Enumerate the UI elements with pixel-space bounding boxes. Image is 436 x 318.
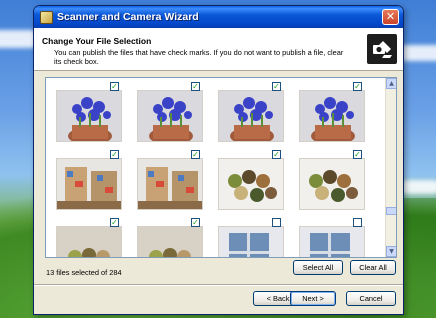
cancel-button[interactable]: Cancel: [346, 291, 396, 306]
photo-thumbnail[interactable]: [137, 90, 203, 142]
file-thumbnail-list[interactable]: ✓ ✓ ✓ ✓ ✓ ✓ ✓ ✓ ✓ ✓ ▲ ▼: [45, 77, 397, 258]
clear-all-button[interactable]: Clear All: [350, 260, 396, 275]
photo-image: [138, 227, 202, 257]
close-button[interactable]: ✕: [382, 9, 399, 25]
window-title: Scanner and Camera Wizard: [57, 11, 199, 23]
publish-checkbox[interactable]: ✓: [353, 82, 362, 91]
photo-image: [300, 227, 364, 257]
scanner-camera-wizard-icon: [367, 34, 397, 64]
publish-checkbox[interactable]: ✓: [191, 218, 200, 227]
wizard-header: Change Your File Selection You can publi…: [34, 28, 403, 71]
photo-thumbnail[interactable]: [56, 90, 122, 142]
photo-thumbnail[interactable]: [299, 226, 365, 257]
photo-image: [300, 91, 364, 141]
photo-image: [138, 159, 202, 209]
wizard-window: Scanner and Camera Wizard ✕ Change Your …: [33, 5, 404, 315]
publish-checkbox[interactable]: ✓: [353, 150, 362, 159]
publish-checkbox[interactable]: [353, 218, 362, 227]
publish-checkbox[interactable]: ✓: [191, 150, 200, 159]
photo-thumbnail[interactable]: [56, 158, 122, 210]
vertical-scrollbar[interactable]: ▲ ▼: [385, 78, 396, 257]
footer-divider: [34, 284, 403, 286]
select-all-button[interactable]: Select All: [293, 260, 343, 275]
photo-image: [57, 227, 121, 257]
publish-checkbox[interactable]: ✓: [272, 150, 281, 159]
title-bar[interactable]: Scanner and Camera Wizard ✕: [34, 6, 403, 28]
photo-image: [219, 91, 283, 141]
page-description: You can publish the files that have chec…: [54, 48, 344, 66]
publish-checkbox[interactable]: ✓: [110, 218, 119, 227]
wizard-app-icon: [40, 10, 53, 24]
photo-thumbnail[interactable]: [218, 226, 284, 257]
next-button[interactable]: Next >: [290, 291, 336, 306]
photo-thumbnail[interactable]: [299, 90, 365, 142]
publish-checkbox[interactable]: ✓: [110, 150, 119, 159]
photo-thumbnail[interactable]: [137, 158, 203, 210]
photo-thumbnail[interactable]: [218, 90, 284, 142]
desktop-cloud: [400, 180, 436, 194]
page-heading: Change Your File Selection: [42, 36, 152, 46]
scroll-up-button[interactable]: ▲: [386, 78, 396, 89]
photo-thumbnail[interactable]: [218, 158, 284, 210]
scroll-down-button[interactable]: ▼: [386, 246, 396, 257]
publish-checkbox[interactable]: [272, 218, 281, 227]
photo-thumbnail[interactable]: [299, 158, 365, 210]
photo-image: [219, 227, 283, 257]
photo-thumbnail[interactable]: [56, 226, 122, 257]
publish-checkbox[interactable]: ✓: [191, 82, 200, 91]
photo-image: [219, 159, 283, 209]
photo-image: [57, 91, 121, 141]
scroll-thumb[interactable]: [386, 207, 396, 215]
photo-image: [138, 91, 202, 141]
publish-checkbox[interactable]: ✓: [110, 82, 119, 91]
publish-checkbox[interactable]: ✓: [272, 82, 281, 91]
photo-thumbnail[interactable]: [137, 226, 203, 257]
photo-image: [57, 159, 121, 209]
photo-image: [300, 159, 364, 209]
selection-count: 13 files selected of 284: [46, 268, 122, 277]
